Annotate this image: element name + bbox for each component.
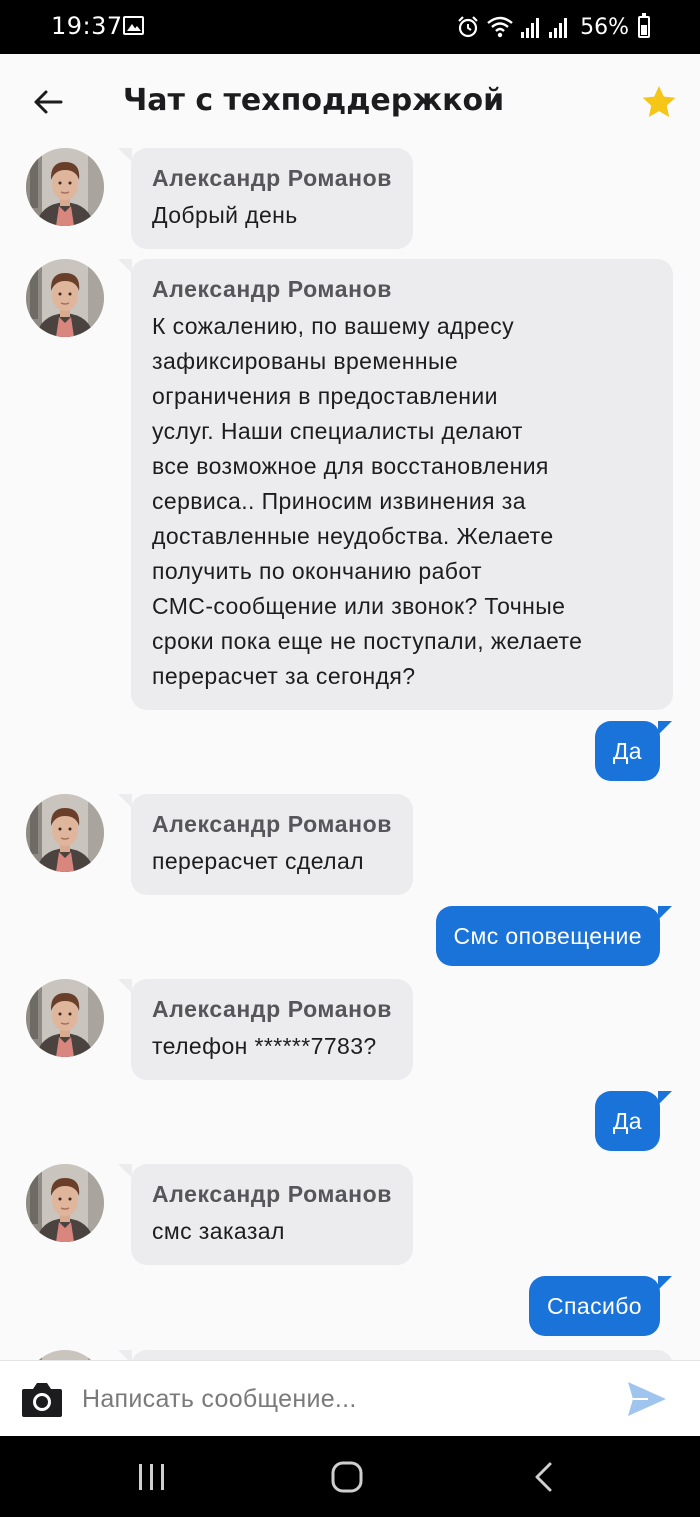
composer-bar bbox=[0, 1360, 700, 1436]
sender-name: Александр Романов bbox=[152, 165, 393, 191]
message-bubble[interactable]: Александр Романов К сожалению, по вашему… bbox=[118, 259, 673, 710]
outgoing-message[interactable]: Да bbox=[594, 721, 673, 781]
message-input[interactable] bbox=[82, 1377, 602, 1421]
signal-icon bbox=[521, 18, 540, 38]
message-text: смс заказал bbox=[152, 1218, 285, 1244]
outgoing-message[interactable]: Спасибо bbox=[529, 1276, 672, 1336]
status-time: 19:37 bbox=[51, 12, 123, 40]
avatar[interactable] bbox=[26, 1164, 104, 1242]
system-nav-bar bbox=[0, 1436, 700, 1517]
battery-icon bbox=[638, 13, 650, 38]
sender-name: Александр Романов bbox=[152, 996, 393, 1022]
chat-header: Чат с техподдержкой bbox=[0, 54, 700, 152]
avatar[interactable] bbox=[26, 1350, 104, 1360]
alarm-icon bbox=[458, 16, 478, 38]
message-bubble[interactable] bbox=[118, 1350, 673, 1360]
avatar[interactable] bbox=[26, 979, 104, 1057]
wifi-icon bbox=[487, 16, 513, 38]
avatar[interactable] bbox=[26, 794, 104, 872]
page-title: Чат с техподдержкой bbox=[123, 83, 505, 118]
recents-icon[interactable] bbox=[137, 1462, 167, 1492]
sender-name: Александр Романов bbox=[152, 1181, 393, 1207]
avatar[interactable] bbox=[26, 259, 104, 337]
message-text: К сожалению, по вашему адресу зафиксиров… bbox=[152, 313, 583, 689]
avatar[interactable] bbox=[26, 148, 104, 226]
star-icon[interactable] bbox=[640, 84, 678, 120]
gallery-icon bbox=[123, 16, 144, 35]
message-bubble[interactable]: Александр Романов смс заказал bbox=[117, 1164, 414, 1265]
message-text: телефон ******7783? bbox=[152, 1033, 377, 1059]
send-icon[interactable] bbox=[626, 1379, 668, 1419]
status-bar: 19:37 56% bbox=[0, 0, 700, 54]
battery-percent: 56% bbox=[580, 14, 629, 40]
message-bubble[interactable]: Александр Романов телефон ******7783? bbox=[117, 979, 414, 1080]
message-list[interactable]: Александр Романов Добрый день Александр … bbox=[0, 140, 700, 1360]
message-text: перерасчет сделал bbox=[152, 848, 364, 874]
outgoing-message[interactable]: Да bbox=[594, 1091, 673, 1151]
arrow-left-icon[interactable] bbox=[30, 84, 66, 120]
message-bubble[interactable]: Александр Романов Добрый день bbox=[117, 148, 414, 249]
camera-icon[interactable] bbox=[20, 1379, 64, 1419]
signal-icon bbox=[549, 18, 568, 38]
back-icon[interactable] bbox=[531, 1461, 555, 1493]
sender-name: Александр Романов bbox=[152, 276, 393, 302]
sender-name: Александр Романов bbox=[152, 811, 393, 837]
outgoing-message[interactable]: Смс оповещение bbox=[435, 906, 672, 966]
home-icon[interactable] bbox=[330, 1460, 364, 1494]
message-bubble[interactable]: Александр Романов перерасчет сделал bbox=[117, 794, 414, 895]
message-text: Добрый день bbox=[152, 202, 298, 228]
status-icons: 56% bbox=[456, 10, 650, 44]
